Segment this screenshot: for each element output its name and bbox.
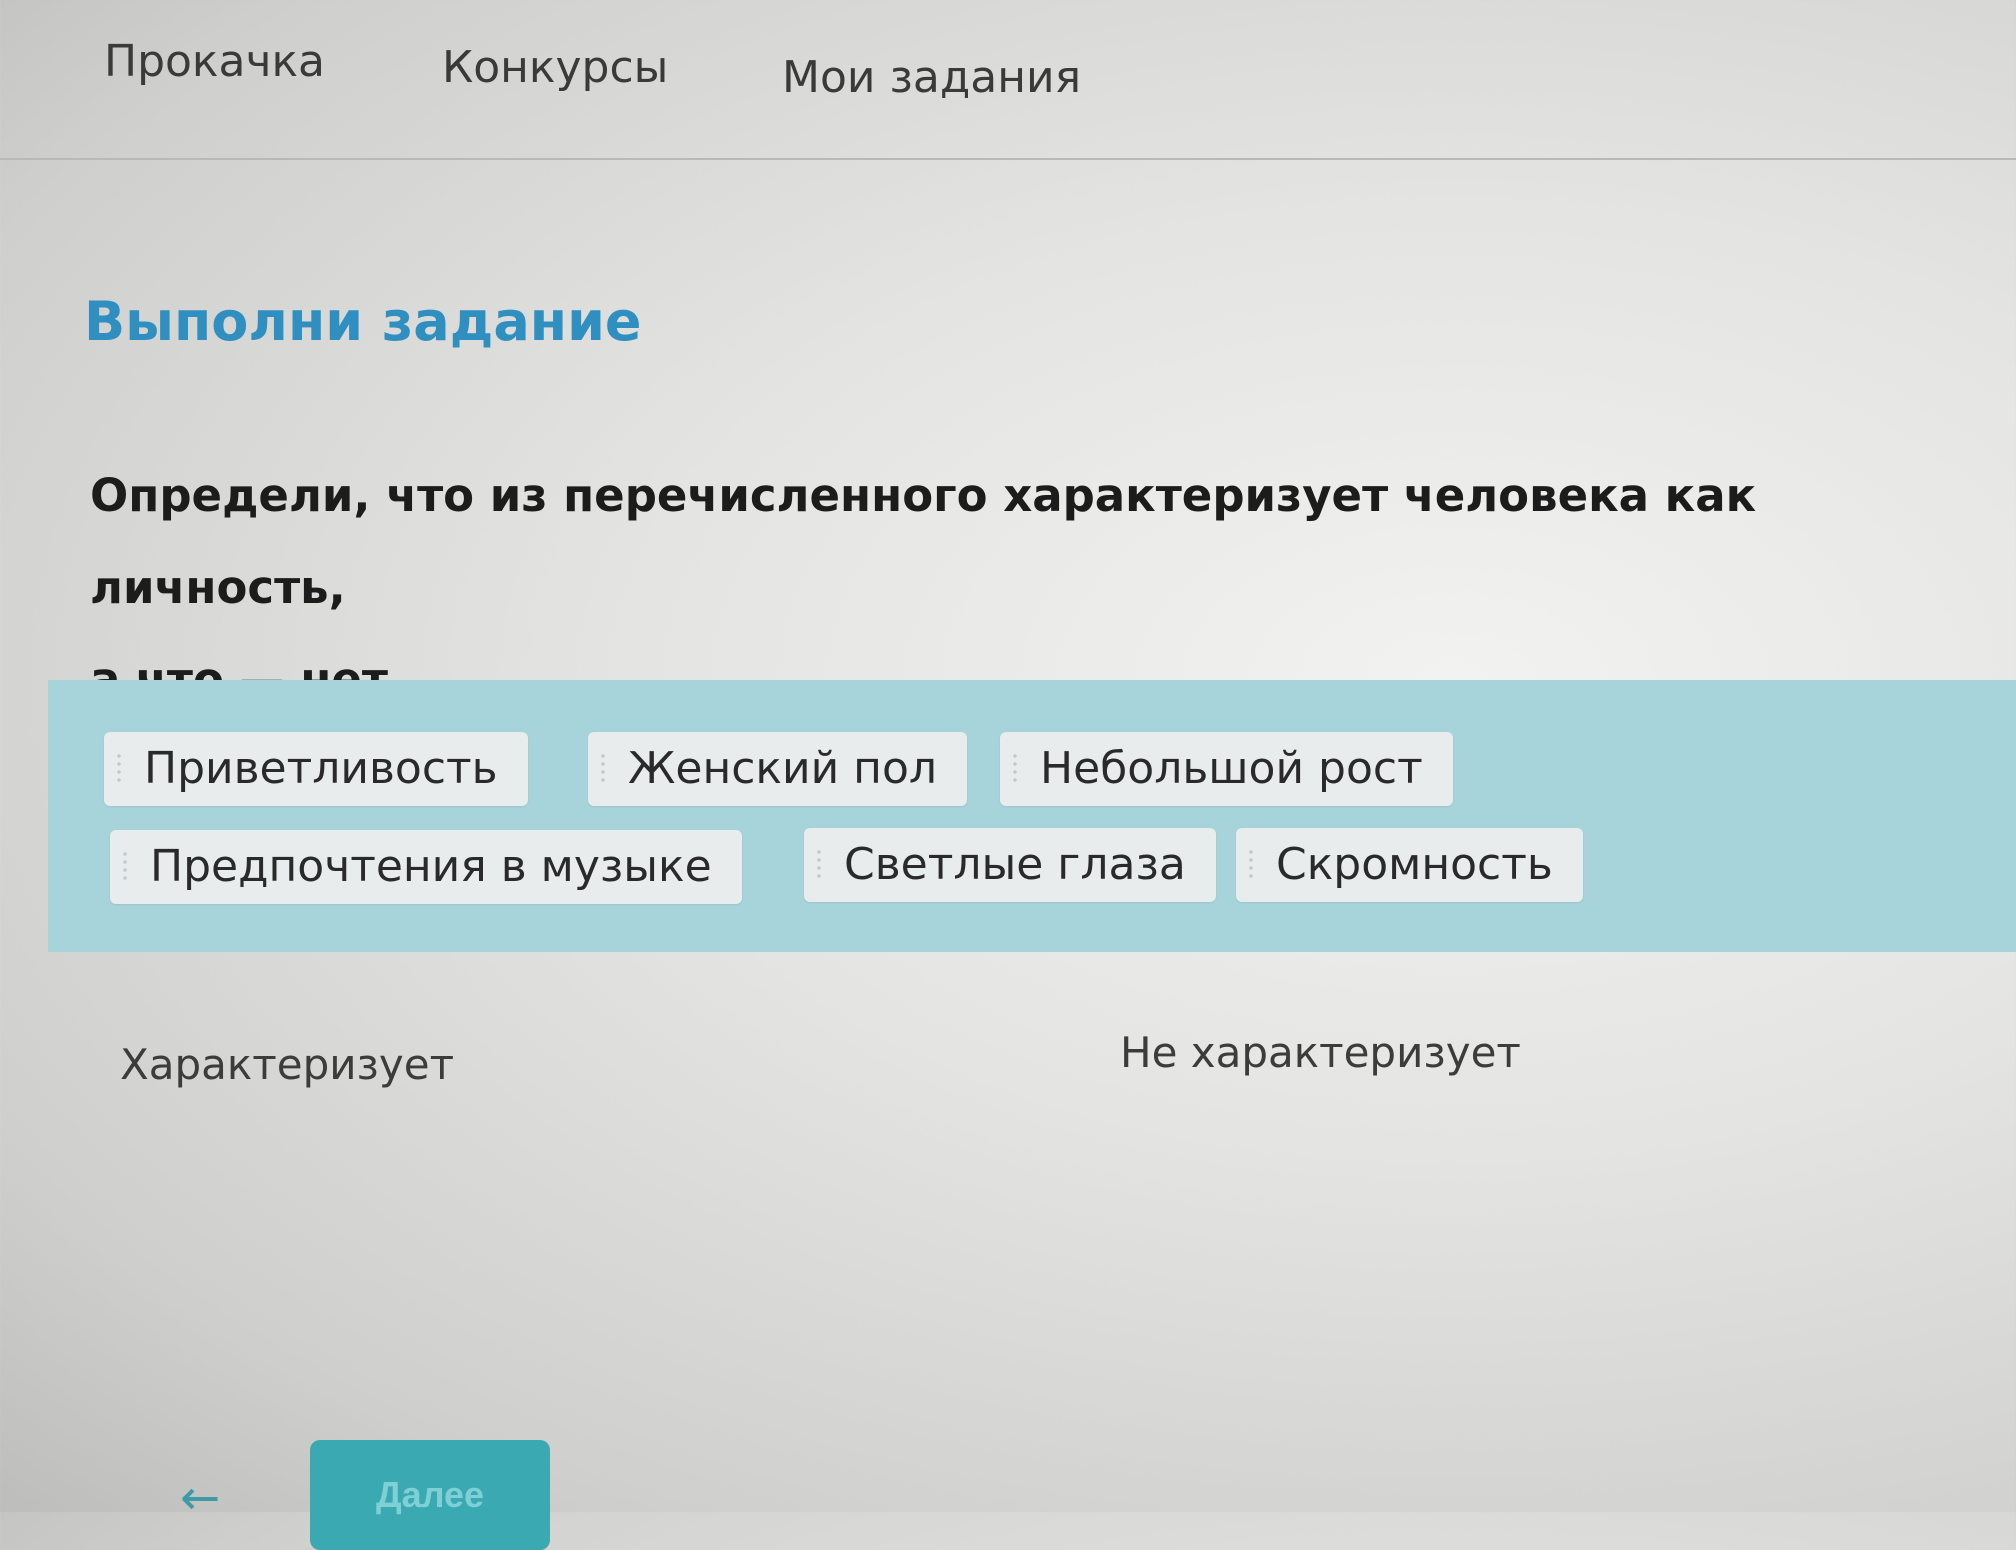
chip-label: Скромность (1276, 839, 1553, 890)
nav-item-prokachka[interactable]: Прокачка (104, 36, 325, 87)
drag-handle-icon (116, 752, 122, 786)
chip-label: Светлые глаза (844, 839, 1186, 890)
draggable-chip[interactable]: Приветливость (104, 732, 528, 806)
chip-label: Приветливость (144, 743, 498, 794)
drag-handle-icon (600, 752, 606, 786)
drop-zone-not-characterizes-label: Не характеризует (1120, 1028, 1521, 1077)
draggable-chip[interactable]: Предпочтения в музыке (110, 830, 742, 904)
drag-handle-icon (1012, 752, 1018, 786)
arrow-left-icon[interactable]: ← (180, 1470, 220, 1526)
top-navigation: Прокачка Конкурсы Мои задания (0, 0, 2016, 160)
chip-label: Женский пол (628, 743, 937, 794)
word-bank: Приветливость Женский пол Небольшой рост… (48, 680, 2016, 952)
drag-handle-icon (816, 848, 822, 882)
draggable-chip[interactable]: Небольшой рост (1000, 732, 1453, 806)
question-line-1: Определи, что из перечисленного характер… (90, 469, 1757, 614)
chip-label: Небольшой рост (1040, 743, 1423, 794)
next-button[interactable]: Далее (310, 1440, 550, 1550)
drag-handle-icon (122, 850, 128, 884)
nav-item-konkursy[interactable]: Конкурсы (442, 42, 668, 93)
drag-handle-icon (1248, 848, 1254, 882)
drop-zone-characterizes-label: Характеризует (120, 1040, 455, 1089)
chip-label: Предпочтения в музыке (150, 841, 712, 892)
draggable-chip[interactable]: Светлые глаза (804, 828, 1216, 902)
nav-item-my-tasks[interactable]: Мои задания (782, 52, 1081, 103)
draggable-chip[interactable]: Скромность (1236, 828, 1583, 902)
task-title: Выполни задание (84, 290, 642, 353)
draggable-chip[interactable]: Женский пол (588, 732, 967, 806)
